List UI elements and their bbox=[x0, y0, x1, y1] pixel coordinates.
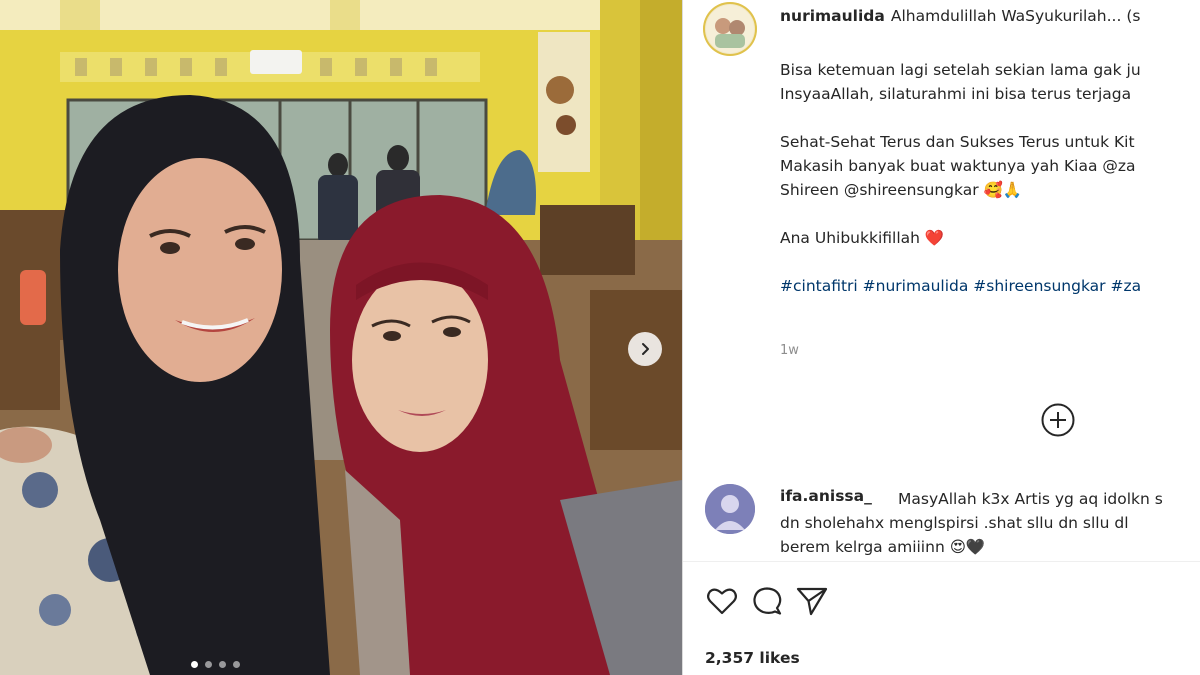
post-details-panel: nurimaulida Alhamdulillah WaSyukurilah...… bbox=[683, 0, 1200, 675]
caption-first-line: Alhamdulillah WaSyukurilah... (s bbox=[890, 7, 1141, 25]
comment-icon bbox=[750, 587, 784, 622]
send-icon bbox=[795, 587, 829, 622]
likes-count[interactable]: 2,357 likes bbox=[705, 649, 800, 667]
heart-icon bbox=[705, 588, 739, 622]
caption-text: Bisa ketemuan lagi setelah sekian lama g… bbox=[780, 58, 1200, 298]
comment-button[interactable] bbox=[750, 584, 784, 618]
actions-separator bbox=[683, 561, 1200, 562]
caption-hashtags[interactable]: #cintafitri #nurimaulida #shireensungkar… bbox=[780, 274, 1200, 298]
caption-header: nurimaulida Alhamdulillah WaSyukurilah...… bbox=[780, 7, 1140, 25]
like-button[interactable] bbox=[705, 584, 739, 618]
carousel-dot bbox=[233, 661, 240, 668]
selfie-illustration bbox=[0, 0, 682, 675]
chevron-right-icon bbox=[638, 342, 652, 356]
caption-line: Bisa ketemuan lagi setelah sekian lama g… bbox=[780, 61, 1141, 79]
carousel-dot-active bbox=[191, 661, 198, 668]
carousel-dot bbox=[205, 661, 212, 668]
comment-line: berem kelrga amiiinn 😍🖤 bbox=[780, 538, 986, 556]
comment-line: dn sholehahx menglspirsi .shat sllu dn s… bbox=[780, 514, 1129, 532]
caption-line: Makasih banyak buat waktunya yah Kiaa @z… bbox=[780, 157, 1136, 175]
carousel-dot bbox=[219, 661, 226, 668]
share-button[interactable] bbox=[795, 584, 829, 618]
load-more-comments-button[interactable] bbox=[1040, 402, 1076, 438]
author-username[interactable]: nurimaulida bbox=[780, 7, 885, 25]
commenter-username[interactable]: ifa.anissa_ bbox=[780, 487, 872, 505]
caption-line: Ana Uhibukkifillah ❤️ bbox=[780, 229, 945, 247]
post-photo[interactable] bbox=[0, 0, 682, 675]
caption-line: Sehat-Sehat Terus dan Sukses Terus untuk… bbox=[780, 133, 1135, 151]
plus-circle-icon bbox=[1040, 403, 1076, 442]
caption-line: Shireen @shireensungkar 🥰🙏 bbox=[780, 181, 1023, 199]
commenter-avatar[interactable] bbox=[705, 484, 755, 534]
post-timestamp[interactable]: 1w bbox=[780, 343, 799, 358]
author-avatar[interactable] bbox=[703, 2, 757, 56]
carousel-next-button[interactable] bbox=[628, 332, 662, 366]
caption-line: InsyaaAllah, silaturahmi ini bisa terus … bbox=[780, 85, 1132, 103]
